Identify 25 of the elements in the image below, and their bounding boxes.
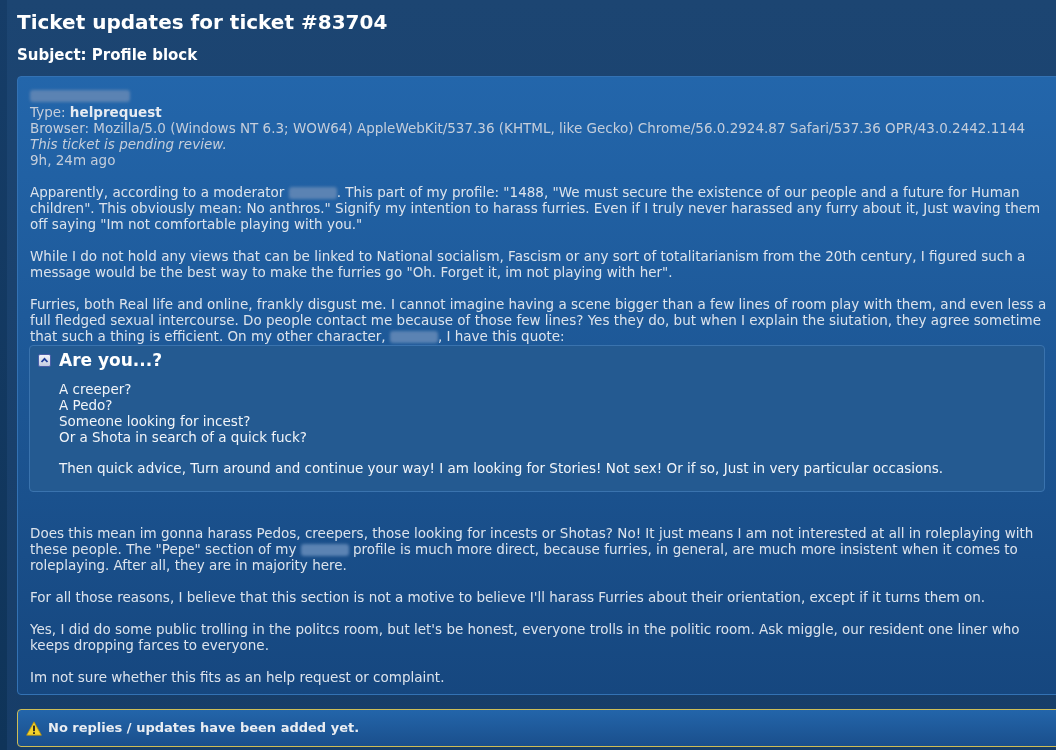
quote-title: Are you...?	[59, 349, 163, 371]
ticket-info: Type: helprequest	[30, 104, 162, 120]
message-paragraph: Does this mean im gonna harass Pedos, creepers, those looking for incests or Shotas? No! It just means I am not interested at all in roleplaying with these people. The "Pepe" section of my profile is much more direct, because furries, in general, are much more insistent when it comes to roleplaying. After all, they are in majority here.	[30, 525, 1035, 573]
quote-line: A Pedo?	[59, 397, 113, 413]
blurred-text	[389, 331, 438, 343]
ticket-info: Browser: Mozilla/5.0 (Windows NT 6.3; WOW64) AppleWebKit/537.36 (KHTML, like Gecko) Chrome/56.0.2924.87 Safari/537.36 OPR/43.0.2442.1144	[30, 120, 1026, 136]
message-paragraph: Apparently, according to a moderator . This part of my profile: "1488, "We must secure the existence of our people and a future for Human children". This obviously mean: No anthros." Signify my intention to harass furries. Even if I truly never harassed any furry about it, Just waving them off saying "Im not comfortable playing with you."	[30, 184, 1042, 232]
ticket-status: This ticket is pending review.	[30, 136, 227, 152]
blurred-text	[300, 544, 349, 556]
quote-line: Or a Shota in search of a quick fuck?	[59, 429, 307, 445]
quote-line: A creeper?	[59, 381, 132, 397]
ticket-subject: Subject: Profile block	[17, 45, 198, 65]
blurred-text	[288, 187, 337, 199]
quote-line: Then quick advice, Turn around and continue your way! I am looking for Stories! Not sex! Or if so, Just in very particular occasions.	[59, 460, 944, 476]
message-paragraph: Yes, I did do some public trolling in the politcs room, but let's be honest, everyone trolls in the politic room. Ask miggle, our resident one liner who keeps dropping farces to everyone.	[30, 621, 1021, 653]
message-paragraph: While I do not hold any views that can be linked to National socialism, Fascism or any sort of totalitarianism from the 20th century, I figured such a message would be the best way to make the furries go "Oh. Forget it, im not playing with her".	[30, 248, 1027, 280]
quote-line: Someone looking for incest?	[59, 413, 251, 429]
page-title: Ticket updates for ticket #83704	[17, 9, 388, 35]
warning-icon	[26, 720, 42, 736]
collapse-button[interactable]	[38, 353, 51, 367]
message-paragraph: Furries, both Real life and online, frankly disgust me. I cannot imagine having a scene bigger than a few lines of room play with them, and even less a full fledged sexual intercourse. Do people contact me because of those few lines? Yes they do, but when I explain the siutation, they agree sometime that such a thing is efficient. On my other character, , I have this quote:	[30, 296, 1048, 344]
message-paragraph: Im not sure whether this fits as an help request or complaint.	[30, 669, 446, 685]
message-paragraph: For all those reasons, I believe that this section is not a motive to believe I'll harass Furries about their orientation, except if it turns them on.	[30, 589, 987, 605]
ticket-info: 9h, 24m ago	[30, 152, 116, 168]
notice-text: No replies / updates have been added yet.	[48, 720, 360, 736]
